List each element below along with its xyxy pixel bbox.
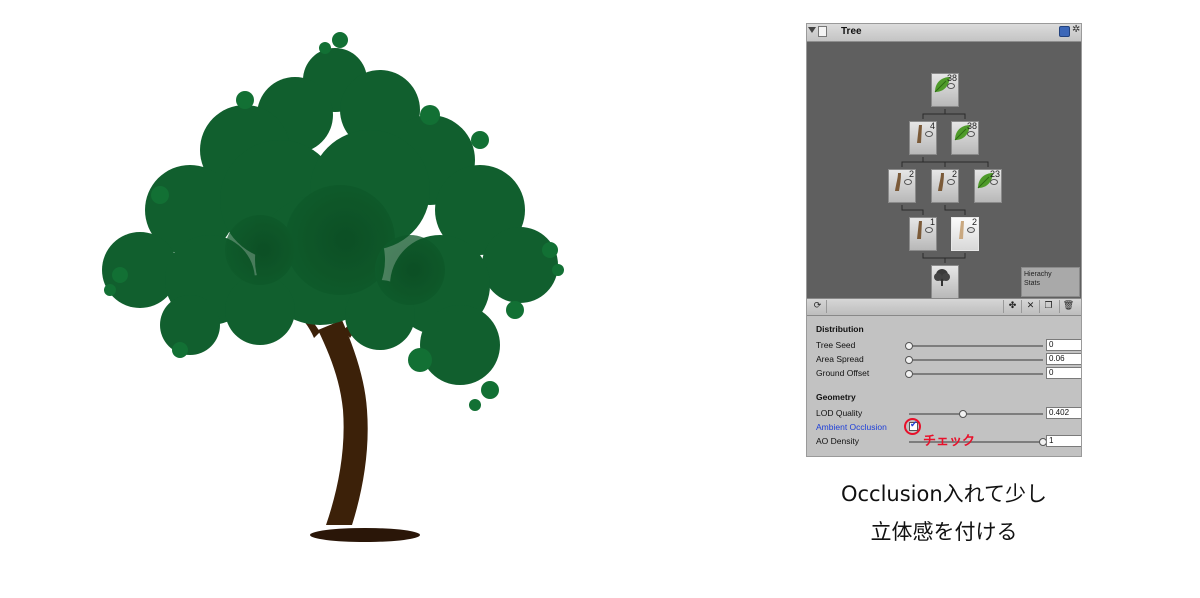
area-spread-field[interactable]: 0.06 — [1046, 353, 1081, 365]
visibility-eye-icon[interactable] — [947, 83, 955, 89]
tree-inspector-panel: Tree ✲ 38 4 38 2 2 23 1 2 Hierachy Stats… — [806, 23, 1082, 457]
area-spread-slider[interactable] — [905, 356, 1043, 364]
caption-line-1: Occlusion入れて少し — [840, 482, 1048, 506]
visibility-eye-icon[interactable] — [925, 227, 933, 233]
refresh-icon[interactable]: ⟳ — [809, 300, 827, 313]
tree-node-branch-selected[interactable]: 2 — [951, 217, 979, 251]
node-toolbar: ⟳ ✤ ✕ ❐ 🗑 — [807, 298, 1081, 316]
tree-node-branch[interactable]: 2 — [931, 169, 959, 203]
tree-illustration — [102, 32, 564, 542]
ambient-occlusion-label: Ambient Occlusion — [816, 422, 887, 432]
visibility-eye-icon[interactable] — [967, 131, 975, 137]
ao-density-field[interactable]: 1 — [1046, 435, 1081, 447]
trunk — [318, 320, 368, 525]
tree-node-leaf[interactable]: 38 — [951, 121, 979, 155]
component-title: Tree — [841, 26, 862, 37]
document-icon — [818, 26, 827, 37]
add-leaf-group-icon[interactable]: ✤ — [1003, 300, 1021, 313]
check-annotation: チェック — [923, 434, 976, 449]
tree-node-branch[interactable]: 2 — [888, 169, 916, 203]
ground-offset-field[interactable]: 0 — [1046, 367, 1081, 379]
tree-root-icon — [934, 269, 950, 286]
visibility-eye-icon[interactable] — [947, 179, 955, 185]
lod-quality-label: LOD Quality — [816, 408, 863, 418]
duplicate-icon[interactable]: ❐ — [1039, 300, 1057, 313]
stats-line-1: Hierachy — [1024, 271, 1052, 278]
tree-seed-slider[interactable] — [905, 342, 1043, 350]
tree-node-branch[interactable]: 1 — [909, 217, 937, 251]
tree-seed-label: Tree Seed — [816, 340, 856, 350]
node-count: 1 — [929, 217, 935, 227]
ground-offset-slider-thumb[interactable] — [905, 370, 913, 378]
tree-node-leaf-top[interactable]: 38 — [931, 73, 959, 107]
help-book-icon[interactable] — [1059, 26, 1070, 37]
node-count: 2 — [908, 169, 914, 179]
ground-offset-label: Ground Offset — [816, 368, 870, 378]
node-count: 2 — [971, 217, 977, 227]
ground-shadow — [310, 528, 420, 542]
visibility-eye-icon[interactable] — [925, 131, 933, 137]
foldout-arrow-icon[interactable] — [808, 27, 816, 33]
lod-quality-slider[interactable] — [909, 410, 1043, 418]
area-spread-slider-thumb[interactable] — [905, 356, 913, 364]
geometry-title: Geometry — [816, 392, 856, 402]
add-branch-group-icon[interactable]: ✕ — [1021, 300, 1039, 313]
tree-node-leaf[interactable]: 23 — [974, 169, 1002, 203]
area-spread-label: Area Spread — [816, 354, 864, 364]
tree-node-root[interactable] — [931, 265, 959, 299]
ground-offset-slider[interactable] — [905, 370, 1043, 378]
inspector-header: Tree ✲ — [807, 24, 1081, 42]
delete-icon[interactable]: 🗑 — [1059, 300, 1077, 313]
caption-line-2: 立体感を付ける — [870, 520, 1018, 544]
tree-hierarchy-view: 38 4 38 2 2 23 1 2 Hierachy Stats — [807, 42, 1081, 299]
stats-line-2: Stats — [1024, 280, 1040, 287]
node-count: 23 — [989, 169, 1000, 179]
visibility-eye-icon[interactable] — [967, 227, 975, 233]
tree-node-branch[interactable]: 4 — [909, 121, 937, 155]
hierarchy-stats: Hierachy Stats — [1021, 267, 1080, 297]
visibility-eye-icon[interactable] — [990, 179, 998, 185]
visibility-eye-icon[interactable] — [904, 179, 912, 185]
node-count: 38 — [946, 73, 957, 83]
highlight-circle — [904, 418, 921, 435]
node-count: 4 — [929, 121, 935, 131]
node-count: 2 — [951, 169, 957, 179]
gear-icon[interactable]: ✲ — [1072, 24, 1080, 35]
tree-seed-slider-thumb[interactable] — [905, 342, 913, 350]
ao-density-label: AO Density — [816, 436, 859, 446]
tree-seed-field[interactable]: 0 — [1046, 339, 1081, 351]
lod-quality-field[interactable]: 0.402 — [1046, 407, 1081, 419]
node-count: 38 — [966, 121, 977, 131]
lod-quality-slider-thumb[interactable] — [958, 410, 967, 418]
distribution-title: Distribution — [816, 324, 864, 334]
